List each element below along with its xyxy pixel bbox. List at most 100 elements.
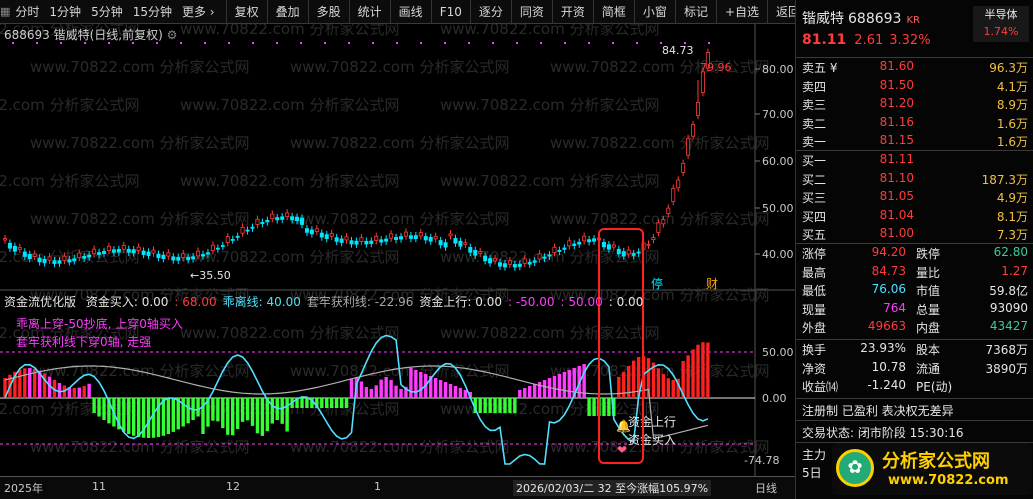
candle-body [176,256,181,261]
sector-name: 半导体 [984,8,1018,21]
tool-button-9[interactable]: 简框 [592,0,634,24]
ask-row[interactable]: 卖四 81.50 4.1万 [796,78,1033,97]
candle-body [27,253,32,260]
indicator-bar [28,368,32,398]
timeframe-1[interactable]: 1分钟 [44,3,86,20]
marker-dot [492,42,494,44]
bid-row[interactable]: 买五 81.00 7.3万 [796,226,1033,245]
tool-button-5[interactable]: F10 [430,0,470,24]
timeframe-4[interactable]: 更多 › [177,3,220,20]
bid-row[interactable]: 买四 81.04 8.1万 [796,208,1033,227]
watermark-text: www.70822.com 分析家公式网 [550,134,770,152]
indicator-bar [374,385,378,398]
candle-body [97,252,102,255]
indicator-bar [18,369,22,398]
candle-body [295,216,300,222]
watermark-text: www.70822.com 分析家公式网 [180,324,400,342]
timeframe-2[interactable]: 5分钟 [86,3,128,20]
tool-button-8[interactable]: 开资 [551,0,593,24]
marker-dot [516,42,518,44]
indicator-bar [622,371,626,398]
indicator-bar [72,387,76,398]
period-label[interactable]: 日线 [755,480,777,496]
tool-button-3[interactable]: 统计 [348,0,390,24]
indicator-bar [518,390,522,398]
bid-row-price: 81.05 [879,189,914,203]
tool-button-11[interactable]: 标记 [674,0,716,24]
timeframe-3[interactable]: 15分钟 [128,3,177,20]
candle-body [671,188,676,202]
candle-body [408,235,413,239]
candle-body [270,213,275,220]
indicator-bar [701,342,705,398]
tool-button-1[interactable]: 叠加 [266,0,308,24]
sector-box[interactable]: 半导体 1.74% [973,6,1029,42]
watermark-text: www.70822.com 分析家公式网 [30,134,250,152]
marker-dot [564,42,566,44]
ask-row[interactable]: 卖一 81.15 1.6万 [796,133,1033,152]
indicator-bar [325,398,329,408]
candle-body [77,252,82,259]
stat-label: 量比 [916,265,941,280]
indicator-bar [498,398,502,413]
main-force-label[interactable]: 主力 [802,446,826,463]
indicator-bar [493,398,497,413]
tool-button-12[interactable]: +自选 [715,0,767,24]
timeframe-0[interactable]: 分时 [10,3,44,20]
tool-button-2[interactable]: 多股 [307,0,349,24]
day5-label[interactable]: 5日 [802,464,822,481]
candle-body [82,256,87,259]
tool-button-7[interactable]: 同资 [510,0,552,24]
candle-body [661,219,666,225]
stat-value: 43427 [989,319,1028,333]
last-price: 81.11 [802,32,847,48]
kline-chart[interactable]: www.70822.com 分析家公式网 www.70822.com 分析家公式网… [0,24,795,476]
candle-body [102,251,107,254]
candle-body [47,256,52,261]
indicator-bar [176,398,180,430]
candle-body [285,212,290,217]
candle-body [423,236,428,241]
candle-body [250,226,255,229]
tool-button-10[interactable]: 小窗 [633,0,675,24]
candle-body [136,246,141,251]
tool-button-4[interactable]: 画线 [389,0,431,24]
indicator-bar [696,344,700,398]
time-label-nov: 11 [92,480,106,493]
marker-dot [444,42,446,44]
price-tick: 50.00 [762,202,794,215]
watermark-text: www.70822.com 分析家公式网 [0,96,140,114]
candle-body [230,239,235,241]
indicator-bar [478,398,482,413]
price-tick: 40.00 [762,248,794,261]
indicator-bar [334,398,339,408]
bid-row[interactable]: 买三 81.05 4.9万 [796,189,1033,208]
indicator-bar [305,398,309,408]
ask-row[interactable]: 卖二 81.16 1.6万 [796,115,1033,134]
tool-button-6[interactable]: 逐分 [469,0,511,24]
candle-body [7,242,12,249]
candle-body [196,250,201,257]
bid-row[interactable]: 买二 81.10 187.3万 [796,171,1033,190]
candle-body [463,242,468,245]
bid-row[interactable]: 买一 81.11 [796,152,1033,171]
candle-body [686,137,691,156]
candle-body [552,246,557,253]
indicator-bar [384,377,388,398]
candle-body [116,248,121,253]
indicator-bar [528,386,532,398]
grid-icon[interactable]: ▦ [0,5,10,18]
ask-row[interactable]: 卖五 ¥ 81.60 96.3万 [796,59,1033,78]
candle-body [314,228,319,232]
candle-body [131,249,136,254]
candle-body [621,251,626,257]
tool-button-0[interactable]: 复权 [225,0,267,24]
indicator-name[interactable]: 资金流优化版 [4,295,76,309]
marker-dot [348,42,350,44]
candle-body [611,244,616,248]
ask-row[interactable]: 卖三 81.20 8.9万 [796,96,1033,115]
settings-icon[interactable]: ⚙ [167,28,178,42]
indicator-bar [607,398,611,416]
indicator-bar [359,381,364,398]
candle-body [72,258,77,262]
